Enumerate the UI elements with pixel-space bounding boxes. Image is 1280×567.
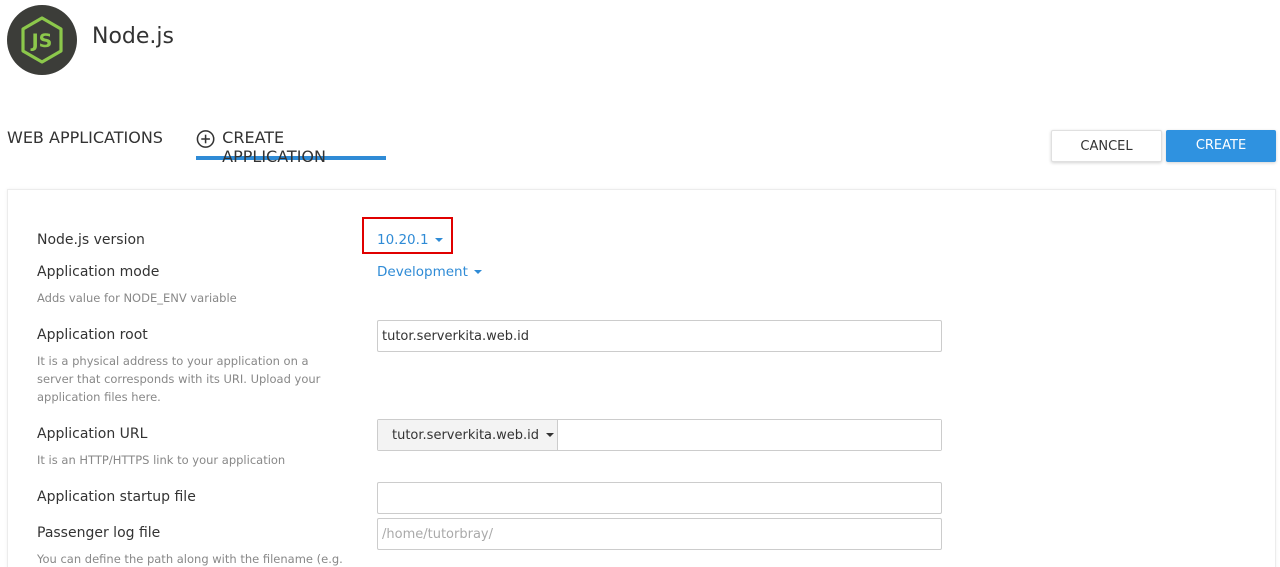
log-file-input[interactable]	[377, 518, 942, 550]
caret-down-icon	[473, 270, 482, 274]
app-root-input[interactable]	[377, 320, 942, 352]
caret-down-icon	[546, 433, 555, 437]
app-mode-dropdown[interactable]: Development	[377, 264, 482, 280]
nodejs-version-label: Node.js version	[37, 232, 145, 248]
tab-web-applications[interactable]: WEB APPLICATIONS	[7, 128, 163, 160]
app-url-label: Application URL	[37, 426, 148, 442]
tab-label: WEB APPLICATIONS	[7, 128, 163, 147]
app-mode-hint: Adds value for NODE_ENV variable	[37, 291, 237, 305]
plus-circle-icon	[196, 130, 215, 148]
app-mode-value: Development	[377, 264, 468, 280]
startup-file-label: Application startup file	[37, 489, 196, 505]
nodejs-logo-icon: JS	[7, 5, 77, 75]
log-file-label: Passenger log file	[37, 525, 161, 541]
log-file-hint: You can define the path along with the f…	[37, 552, 343, 566]
svg-text:JS: JS	[30, 30, 53, 52]
page-title: Node.js	[92, 24, 174, 49]
startup-file-input[interactable]	[377, 482, 942, 514]
app-mode-label: Application mode	[37, 264, 160, 280]
highlight-annotation	[362, 217, 453, 254]
url-path-input[interactable]	[558, 420, 941, 450]
create-button[interactable]: CREATE	[1166, 130, 1276, 162]
tab-create-application[interactable]: CREATE APPLICATION	[196, 128, 386, 166]
create-nodejs-app-page: JS Node.js WEB APPLICATIONS CREATE APPLI…	[0, 0, 1280, 567]
app-url-hint: It is an HTTP/HTTPS link to your applica…	[37, 453, 286, 467]
tab-label: CREATE APPLICATION	[222, 128, 326, 166]
cancel-button[interactable]: CANCEL	[1051, 130, 1162, 162]
url-domain-dropdown[interactable]: tutor.serverkita.web.id	[378, 420, 558, 450]
app-root-hint: It is a physical address to your applica…	[37, 354, 321, 404]
app-url-field: tutor.serverkita.web.id	[377, 419, 942, 451]
url-domain-value: tutor.serverkita.web.id	[392, 427, 540, 443]
app-root-label: Application root	[37, 327, 148, 343]
